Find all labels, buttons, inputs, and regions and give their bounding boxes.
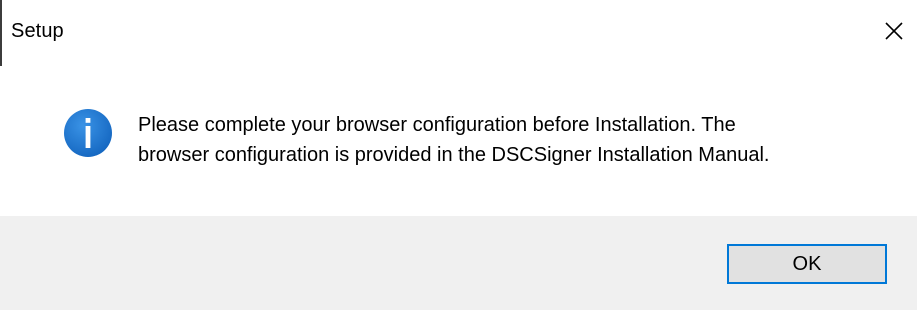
window-title: Setup [11, 20, 64, 42]
ok-button[interactable]: OK [727, 244, 887, 284]
message-line-2: browser configuration is provided in the… [138, 144, 770, 166]
close-icon [885, 22, 903, 40]
button-bar: OK [0, 216, 917, 310]
message-line-1: Please complete your browser configurati… [138, 114, 736, 136]
ok-button-label: OK [792, 252, 822, 275]
setup-dialog: Setup Please complete your browser confi… [0, 0, 917, 310]
info-icon [64, 109, 112, 157]
message-area: Please complete your browser configurati… [0, 66, 917, 216]
title-bar[interactable]: Setup [0, 0, 917, 66]
close-button[interactable] [871, 10, 917, 52]
message-text: Please complete your browser configurati… [138, 110, 898, 170]
